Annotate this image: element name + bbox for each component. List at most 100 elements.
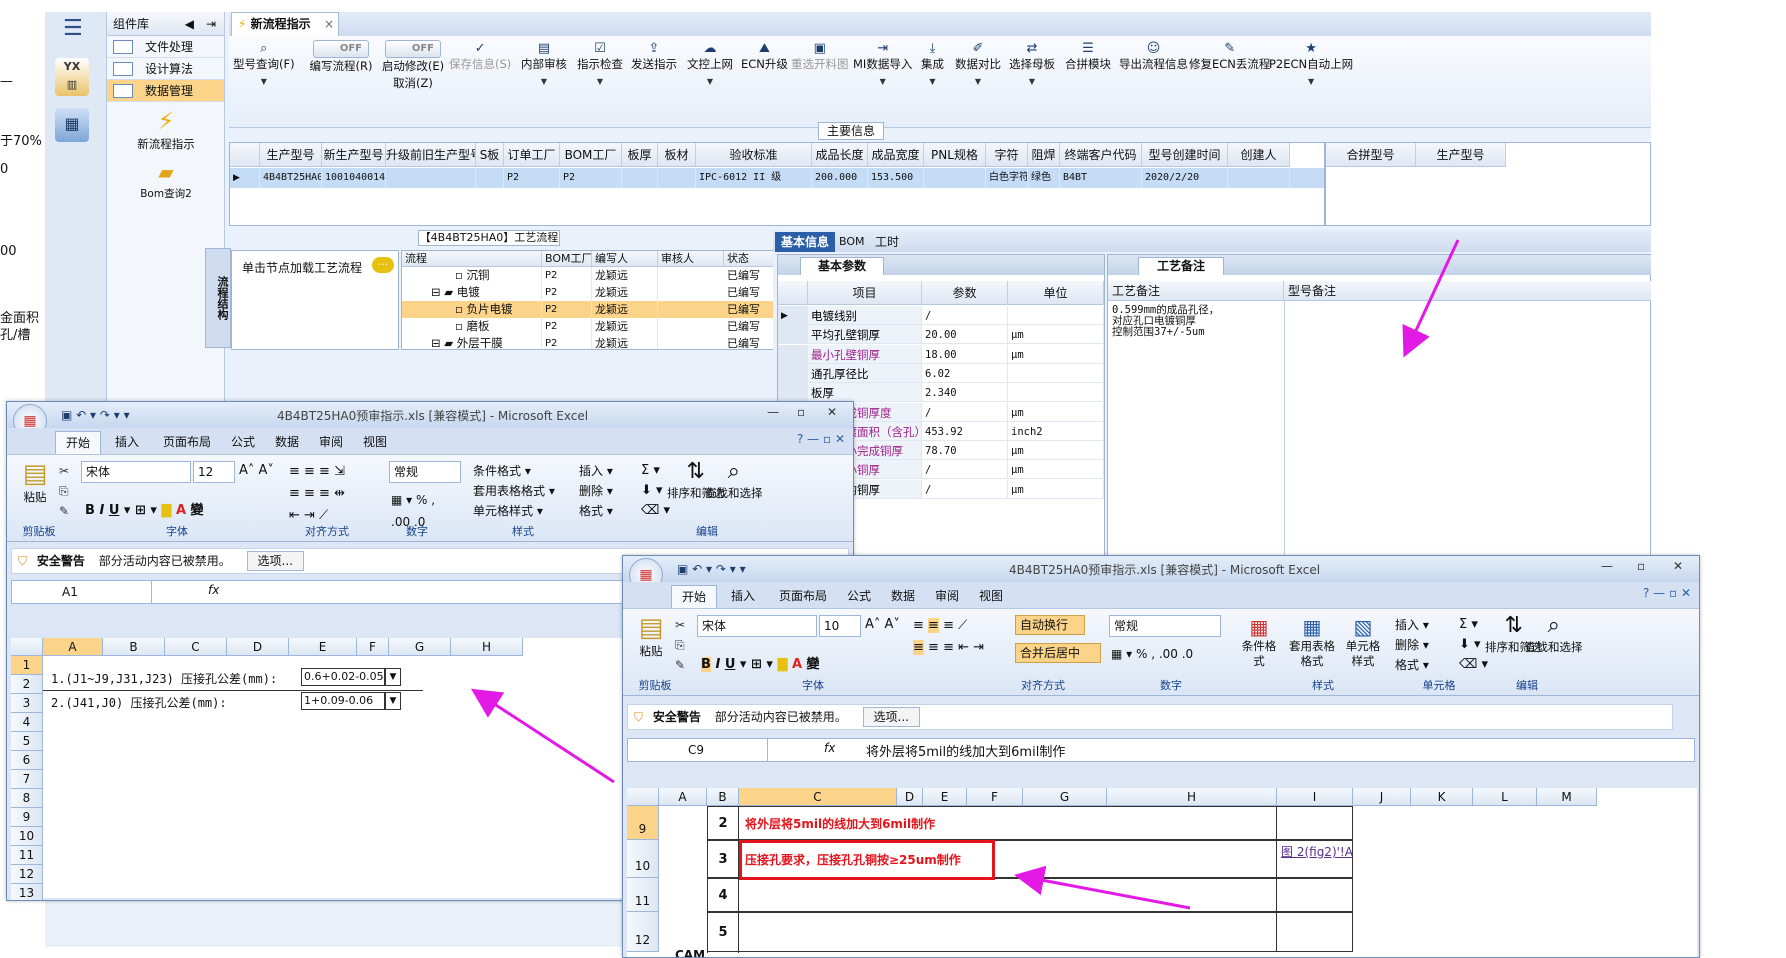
- toggle-switch[interactable]: OFF: [313, 40, 369, 58]
- pin-icon[interactable]: ⇥: [206, 12, 216, 36]
- close-icon[interactable]: ✕: [827, 405, 837, 419]
- chevron-down-icon[interactable]: ▼: [853, 73, 912, 90]
- column-header[interactable]: G: [1023, 788, 1107, 806]
- column-header[interactable]: J: [1353, 788, 1411, 806]
- toolbar-button[interactable]: ▤ 内部审核 ▼: [521, 40, 567, 90]
- new-flow-shortcut[interactable]: ⚡ 新流程指示: [107, 106, 225, 152]
- toolbar-button[interactable]: ✎ 修复ECN丢流程: [1189, 40, 1270, 73]
- param-value[interactable]: /: [922, 402, 1008, 422]
- row-header[interactable]: 12: [627, 912, 659, 952]
- style-buttons[interactable]: 条件格式 ▾ 套用表格格式 ▾ 单元格样式 ▾: [473, 461, 555, 521]
- cond-format-button[interactable]: ▦ 条件格式: [1237, 615, 1281, 669]
- tab-process-remark[interactable]: 工艺备注: [1138, 257, 1224, 275]
- grid-cell[interactable]: 2020/2/20: [1142, 168, 1228, 188]
- row-header[interactable]: 5: [11, 732, 43, 751]
- delete-cell[interactable]: 删除: [1395, 638, 1419, 652]
- paste-button[interactable]: ▤ 粘贴: [15, 459, 55, 505]
- quick-access-icons[interactable]: ▣ ↶ ▾ ↷ ▾ ▾: [677, 562, 746, 576]
- row-header[interactable]: 6: [11, 751, 43, 770]
- dropdown-arrow-icon[interactable]: ▼: [385, 692, 401, 710]
- column-header[interactable]: C: [739, 788, 897, 806]
- column-header[interactable]: E: [289, 638, 357, 656]
- side-item-data[interactable]: 数据管理: [107, 80, 224, 102]
- grid-cell[interactable]: 200.000: [812, 168, 868, 188]
- row-header[interactable]: 3: [11, 694, 43, 713]
- column-header[interactable]: F: [357, 638, 389, 656]
- chevron-down-icon[interactable]: ▼: [687, 73, 733, 90]
- cell-line2[interactable]: 2.(J41,J0) 压接孔公差(mm):: [51, 694, 227, 711]
- maximize-icon[interactable]: ▫: [797, 405, 805, 419]
- tree-row[interactable]: ⊟ ▰ 外层干膜 P2 龙颖远 已编写: [402, 335, 774, 349]
- paste-button[interactable]: ▤ 粘贴: [631, 613, 671, 659]
- side-item-file[interactable]: 文件处理: [107, 36, 224, 58]
- format-buttons[interactable]: B I U ▾ ⊞ ▾ ▇ A 變: [85, 499, 204, 518]
- grid-cell[interactable]: P2: [560, 168, 622, 188]
- tree-row[interactable]: ▫ 磨板 P2 龙颖远 已编写: [402, 318, 774, 335]
- corner-cell[interactable]: [627, 788, 659, 806]
- param-value[interactable]: 20.00: [922, 325, 1008, 345]
- chevron-down-icon[interactable]: ▼: [921, 73, 944, 90]
- help-icon[interactable]: ? — ▫ ✕: [1643, 586, 1691, 600]
- ribbon-tab[interactable]: 插入: [721, 585, 765, 608]
- column-header[interactable]: L: [1473, 788, 1537, 806]
- collapse-left-icon[interactable]: ◀: [185, 12, 194, 36]
- grid-cell[interactable]: 绿色: [1028, 168, 1060, 188]
- insert-cell[interactable]: 插入: [579, 464, 603, 478]
- sheet-row[interactable]: 4: [707, 878, 1277, 913]
- clipboard-small-icons[interactable]: ✂ ⎘ ✎: [675, 615, 685, 675]
- bom-query-shortcut[interactable]: ▰ Bom查询2: [107, 158, 225, 201]
- align-buttons[interactable]: ≡ ≡ ≡ ⟋ ≡ ≡ ≡ ⇤ ⇥: [913, 615, 984, 659]
- text-cell[interactable]: 将外层将5mil的线加大到6mil制作: [745, 807, 935, 841]
- grid-cell[interactable]: B4BT: [1060, 168, 1142, 188]
- row-header[interactable]: 9: [11, 808, 43, 827]
- number-cell[interactable]: 3: [707, 841, 739, 879]
- grid-cell[interactable]: [622, 168, 658, 188]
- column-header[interactable]: A: [659, 788, 707, 806]
- param-value[interactable]: 2.340: [922, 383, 1008, 403]
- param-value[interactable]: 453.92: [922, 421, 1008, 441]
- row-header[interactable]: 11: [11, 846, 43, 865]
- ribbon-tab[interactable]: 视图: [969, 585, 1013, 608]
- tree-node-label[interactable]: ▫ 沉铜: [452, 267, 542, 284]
- ribbon-tab[interactable]: 开始: [671, 585, 718, 608]
- grow-font-icon[interactable]: A˄ A˅: [865, 617, 900, 632]
- cell-a12[interactable]: CAM: [675, 948, 705, 957]
- number-cell[interactable]: 4: [707, 879, 739, 913]
- column-header[interactable]: D: [897, 788, 923, 806]
- number-format-select[interactable]: 常规: [389, 461, 461, 483]
- column-header[interactable]: C: [165, 638, 227, 656]
- tab-bom[interactable]: BOM: [839, 232, 865, 252]
- param-value[interactable]: 78.70: [922, 441, 1008, 461]
- param-value[interactable]: 6.02: [922, 363, 1008, 383]
- minimize-icon[interactable]: —: [767, 405, 779, 419]
- toolbar-button[interactable]: ☑ 指示检查 ▼: [577, 40, 623, 90]
- menu-icon[interactable]: ☰: [63, 16, 83, 41]
- tab-hours[interactable]: 工时: [873, 232, 901, 252]
- toolbar-button[interactable]: ⇄ 选择母板 ▼: [1009, 40, 1055, 90]
- quick-access-icons[interactable]: ▣ ↶ ▾ ↷ ▾ ▾: [61, 408, 130, 422]
- row-header[interactable]: 4: [11, 713, 43, 732]
- align-buttons[interactable]: ≡ ≡ ≡ ⇲ ≡ ≡ ≡ ⇹ ⇤ ⇥ ⟋: [289, 461, 345, 527]
- tree-row[interactable]: ▫ 负片电镀 P2 龙颖远 已编写: [402, 301, 774, 318]
- toggle-1[interactable]: OFF 编写流程(R): [305, 40, 377, 75]
- toolbar-button[interactable]: ⇪ 发送指示: [631, 40, 677, 73]
- toolbar-button[interactable]: ▣ 重选开料图: [791, 40, 849, 73]
- minimize-icon[interactable]: —: [1601, 559, 1613, 573]
- calculator-icon[interactable]: ▦: [55, 108, 89, 142]
- tab-basic-info[interactable]: 基本信息: [775, 232, 835, 252]
- font-size-select[interactable]: 12: [193, 461, 235, 483]
- row-header[interactable]: 10: [627, 840, 659, 878]
- column-header[interactable]: A: [43, 638, 103, 656]
- tab-new-flow[interactable]: ⚡ 新流程指示 ×: [231, 12, 339, 36]
- param-value[interactable]: 18.00: [922, 344, 1008, 364]
- number-buttons[interactable]: ▦ ▾ % , .00 .0: [1111, 643, 1193, 665]
- row-header[interactable]: 13: [11, 884, 43, 900]
- table-format[interactable]: 套用表格格式: [473, 484, 545, 498]
- column-header[interactable]: F: [967, 788, 1023, 806]
- clipboard-small-icons[interactable]: ✂ ⎘ ✎: [59, 461, 69, 521]
- cond-format[interactable]: 条件格式: [473, 464, 521, 478]
- cell-buttons[interactable]: 插入 ▾ 删除 ▾ 格式 ▾: [579, 461, 613, 521]
- format-buttons[interactable]: B I U ▾ ⊞ ▾ ▇ A 變: [701, 653, 820, 672]
- ribbon-tab[interactable]: 审阅: [309, 431, 353, 454]
- tree-node-label[interactable]: ▫ 磨板: [452, 318, 542, 335]
